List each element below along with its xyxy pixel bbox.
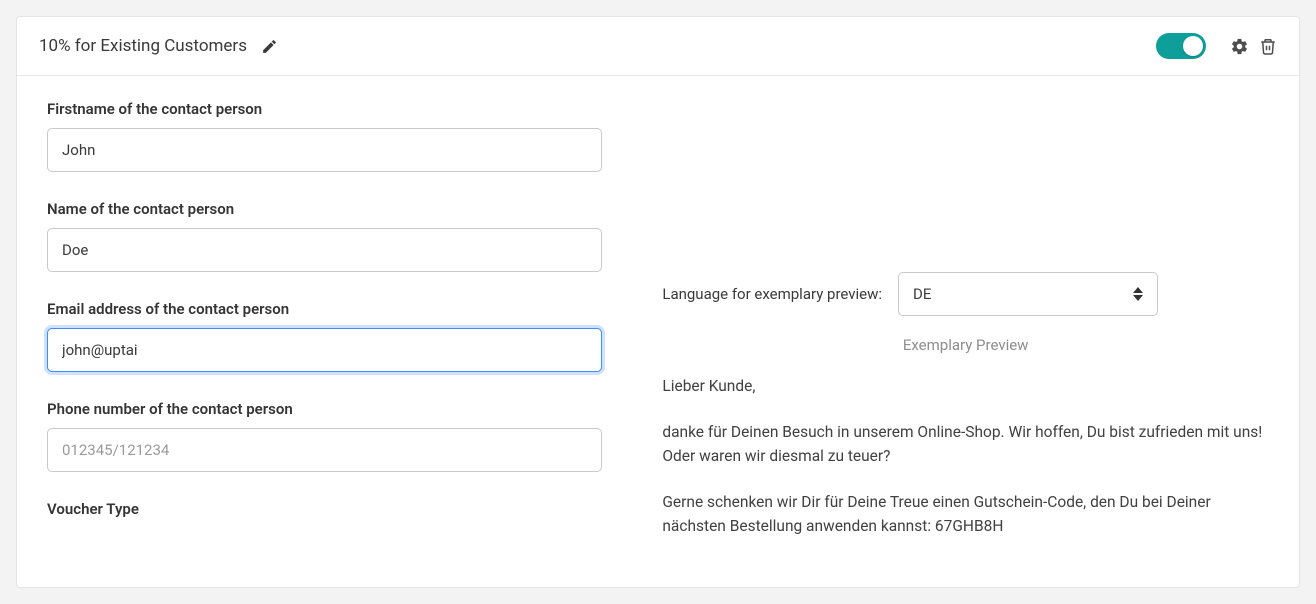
card-header: 10% for Existing Customers <box>17 17 1299 76</box>
preview-paragraph-1: danke für Deinen Besuch in unserem Onlin… <box>662 420 1269 468</box>
phone-label: Phone number of the contact person <box>47 400 602 418</box>
preview-body: Lieber Kunde, danke für Deinen Besuch in… <box>662 374 1269 560</box>
form-column: Firstname of the contact person Name of … <box>17 76 632 587</box>
firstname-group: Firstname of the contact person <box>47 100 602 172</box>
language-label: Language for exemplary preview: <box>662 285 882 303</box>
email-label: Email address of the contact person <box>47 300 602 318</box>
language-select[interactable]: DE <box>898 272 1158 316</box>
enable-toggle[interactable] <box>1156 33 1206 59</box>
name-input[interactable] <box>47 228 602 272</box>
voucher-type-label: Voucher Type <box>47 500 602 518</box>
trash-icon[interactable] <box>1259 37 1277 56</box>
card-title: 10% for Existing Customers <box>39 36 247 56</box>
preview-column: Language for exemplary preview: DE Exemp… <box>632 76 1299 587</box>
voucher-type-group: Voucher Type <box>47 500 602 518</box>
email-group: Email address of the contact person <box>47 300 602 372</box>
sort-arrows-icon <box>1133 287 1143 301</box>
firstname-label: Firstname of the contact person <box>47 100 602 118</box>
phone-input[interactable] <box>47 428 602 472</box>
gear-icon[interactable] <box>1230 37 1249 56</box>
language-row: Language for exemplary preview: DE <box>662 272 1269 316</box>
phone-group: Phone number of the contact person <box>47 400 602 472</box>
toggle-knob <box>1183 36 1203 56</box>
email-input[interactable] <box>47 328 602 372</box>
firstname-input[interactable] <box>47 128 602 172</box>
preview-greeting: Lieber Kunde, <box>662 374 1269 398</box>
card-body: Firstname of the contact person Name of … <box>17 76 1299 587</box>
language-select-value: DE <box>913 285 1133 303</box>
name-group: Name of the contact person <box>47 200 602 272</box>
preview-paragraph-2: Gerne schenken wir Dir für Deine Treue e… <box>662 490 1269 538</box>
name-label: Name of the contact person <box>47 200 602 218</box>
preview-top-spacer <box>662 100 1269 272</box>
preview-title: Exemplary Preview <box>662 336 1269 354</box>
edit-icon[interactable] <box>261 38 278 55</box>
voucher-card: 10% for Existing Customers Firstname of … <box>16 16 1300 588</box>
